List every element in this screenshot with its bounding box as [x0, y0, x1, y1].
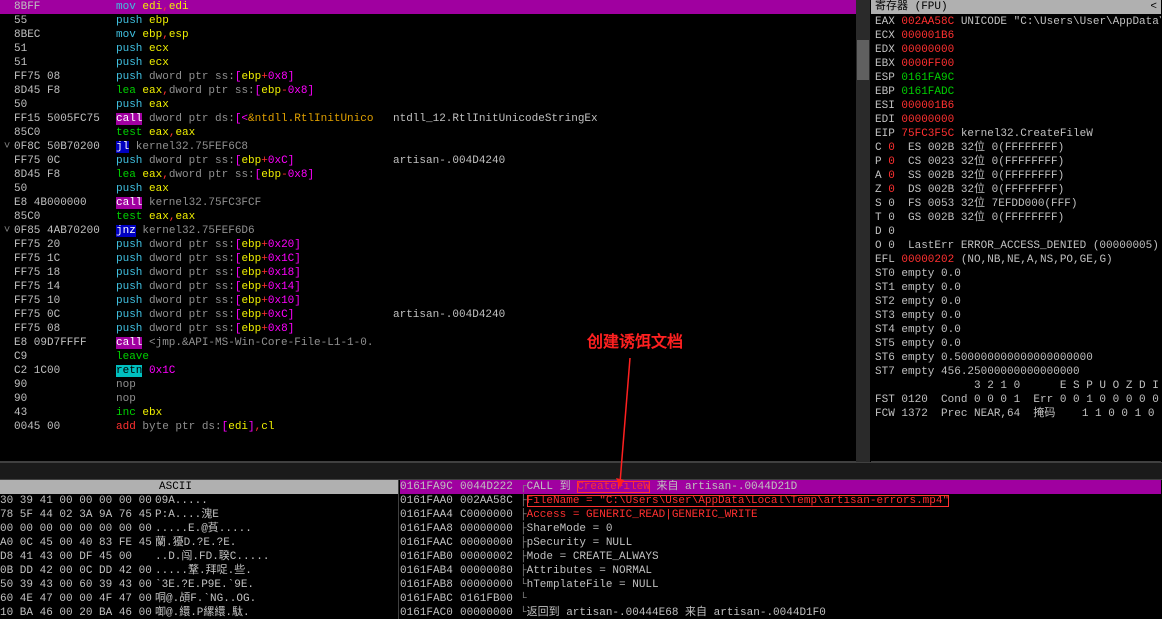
register-line[interactable]: ST5 empty 0.0 — [875, 337, 1157, 351]
disasm-row[interactable]: 90 nop — [0, 392, 869, 406]
disasm-row[interactable]: FF15 5005FC75 call dword ptr ds:[<&ntdll… — [0, 112, 869, 126]
register-line[interactable]: EBP 0161FADC — [875, 85, 1157, 99]
disasm-row[interactable]: 90 nop — [0, 378, 869, 392]
register-line[interactable]: O 0 LastErr ERROR_ACCESS_DENIED (0000000… — [875, 239, 1157, 253]
disasm-row[interactable]: 8D45 F8 lea eax,dword ptr ss:[ebp-0x8] — [0, 168, 869, 182]
disasm-row[interactable]: FF75 08 push dword ptr ss:[ebp+0x8] — [0, 322, 869, 336]
hexdump-row[interactable]: D8 41 43 00 DF 45 00..D.闯.FD.聧C..... — [0, 550, 398, 564]
disasm-row[interactable]: 51 push ecx — [0, 56, 869, 70]
disasm-row[interactable]: FF75 20 push dword ptr ss:[ebp+0x20] — [0, 238, 869, 252]
register-line[interactable]: EIP 75FC3F5C kernel32.CreateFileW — [875, 127, 1157, 141]
disasm-row[interactable]: FF75 0C push dword ptr ss:[ebp+0xC]artis… — [0, 154, 869, 168]
stack-row[interactable]: 0161FABC0161FB00└ — [400, 592, 1161, 606]
register-line[interactable]: A 0 SS 002B 32位 0(FFFFFFFF) — [875, 169, 1157, 183]
stack-row[interactable]: 0161FA9C0044D222┌CALL 到 CreateFileW 来自 a… — [400, 480, 1161, 494]
register-line[interactable]: EFL 00000202 (NO,NB,NE,A,NS,PO,GE,G) — [875, 253, 1157, 267]
register-line[interactable]: ST4 empty 0.0 — [875, 323, 1157, 337]
annotation-label: 创建诱饵文档 — [587, 336, 683, 350]
hexdump-row[interactable]: 10 BA 46 00 20 BA 46 00啣@.繯.P縲繯.駄. — [0, 606, 398, 619]
register-line[interactable]: P 0 CS 0023 32位 0(FFFFFFFF) — [875, 155, 1157, 169]
disasm-row[interactable]: 0045 00 add byte ptr ds:[edi],cl — [0, 420, 869, 434]
register-line[interactable]: ST3 empty 0.0 — [875, 309, 1157, 323]
hexdump-row[interactable]: 60 4E 47 00 00 4F 47 00哃@.頕F.`NG..OG. — [0, 592, 398, 606]
hexdump-row[interactable]: 30 39 41 00 00 00 00 0009A..... — [0, 494, 398, 508]
disasm-row[interactable]: FF75 1C push dword ptr ss:[ebp+0x1C] — [0, 252, 869, 266]
disasm-row[interactable]: 8BFF mov edi,edi — [0, 0, 869, 14]
hexdump-row[interactable]: 78 5F 44 02 3A 9A 76 45P:A....溾E — [0, 508, 398, 522]
disasm-row[interactable]: 55 push ebp — [0, 14, 869, 28]
disasm-scrollbar[interactable] — [856, 0, 870, 462]
disasm-row[interactable]: E8 09D7FFFF call <jmp.&API-MS-Win-Core-F… — [0, 336, 869, 350]
disasm-row[interactable]: 85C0 test eax,eax — [0, 126, 869, 140]
disasm-row[interactable]: FF75 10 push dword ptr ss:[ebp+0x10] — [0, 294, 869, 308]
disasm-row[interactable]: 85C0 test eax,eax — [0, 210, 869, 224]
disasm-row[interactable]: 8BEC mov ebp,esp — [0, 28, 869, 42]
register-line[interactable]: ST2 empty 0.0 — [875, 295, 1157, 309]
register-line[interactable]: EDI 00000000 — [875, 113, 1157, 127]
disasm-row[interactable]: FF75 14 push dword ptr ss:[ebp+0x14] — [0, 280, 869, 294]
stack-row[interactable]: 0161FAB800000000└hTemplateFile = NULL — [400, 578, 1161, 592]
hexdump-header: ASCII — [0, 480, 398, 494]
hexdump-row[interactable]: A0 0C 45 00 40 83 FE 45蘭.獶D.?E.?E. — [0, 536, 398, 550]
horizontal-splitter[interactable] — [0, 462, 1162, 480]
register-line[interactable]: EBX 0000FF00 — [875, 57, 1157, 71]
disasm-row[interactable]: 43 inc ebx — [0, 406, 869, 420]
registers-pane[interactable]: 寄存器 (FPU)< EAX 002AA58C UNICODE "C:\User… — [871, 0, 1161, 462]
hexdump-row[interactable]: 0B DD 42 00 0C DD 42 00.....鞪.拜哫.些. — [0, 564, 398, 578]
scrollbar-thumb[interactable] — [857, 40, 869, 80]
register-line[interactable]: Z 0 DS 002B 32位 0(FFFFFFFF) — [875, 183, 1157, 197]
hexdump-row[interactable]: 50 39 43 00 60 39 43 00`3E.?E.P9E.`9E. — [0, 578, 398, 592]
disasm-row[interactable]: FF75 0C push dword ptr ss:[ebp+0xC]artis… — [0, 308, 869, 322]
disasm-row[interactable]: ˅0F85 4AB70200 jnz kernel32.75FEF6D6 — [0, 224, 869, 238]
disassembly-pane[interactable]: 8BFF mov edi,edi55 push ebp8BEC mov ebp,… — [0, 0, 870, 462]
disasm-row[interactable]: E8 4B000000 call kernel32.75FC3FCF — [0, 196, 869, 210]
register-line[interactable]: ESI 000001B6 — [875, 99, 1157, 113]
disasm-row[interactable]: FF75 08 push dword ptr ss:[ebp+0x8] — [0, 70, 869, 84]
disasm-row[interactable]: 8D45 F8 lea eax,dword ptr ss:[ebp-0x8] — [0, 84, 869, 98]
stack-row[interactable]: 0161FAA0002AA58C├FileName = "C:\Users\Us… — [400, 494, 1161, 508]
disasm-row[interactable]: 50 push eax — [0, 182, 869, 196]
register-line[interactable]: 3 2 1 0 E S P U O Z D I — [875, 379, 1157, 393]
register-line[interactable]: C 0 ES 002B 32位 0(FFFFFFFF) — [875, 141, 1157, 155]
register-line[interactable]: FCW 1372 Prec NEAR,64 掩码 1 1 0 0 1 0 — [875, 407, 1157, 421]
hexdump-pane[interactable]: ASCII 30 39 41 00 00 00 00 0009A.....78 … — [0, 480, 399, 619]
stack-row[interactable]: 0161FAAC00000000├pSecurity = NULL — [400, 536, 1161, 550]
disasm-row[interactable]: ˅0F8C 50B70200 jl kernel32.75FEF6C8 — [0, 140, 869, 154]
stack-row[interactable]: 0161FAA4C0000000├Access = GENERIC_READ|G… — [400, 508, 1161, 522]
register-line[interactable]: ESP 0161FA9C — [875, 71, 1157, 85]
hexdump-row[interactable]: 00 00 00 00 00 00 00 00.....E.@萯..... — [0, 522, 398, 536]
stack-row[interactable]: 0161FAA800000000├ShareMode = 0 — [400, 522, 1161, 536]
register-line[interactable]: D 0 — [875, 225, 1157, 239]
register-line[interactable]: ECX 000001B6 — [875, 29, 1157, 43]
register-line[interactable]: ST6 empty 0.500000000000000000000 — [875, 351, 1157, 365]
register-line[interactable]: S 0 FS 0053 32位 7EFDD000(FFF) — [875, 197, 1157, 211]
disasm-row[interactable]: 51 push ecx — [0, 42, 869, 56]
stack-row[interactable]: 0161FAB000000002├Mode = CREATE_ALWAYS — [400, 550, 1161, 564]
disasm-row[interactable]: 50 push eax — [0, 98, 869, 112]
register-line[interactable]: ST7 empty 456.25000000000000000 — [875, 365, 1157, 379]
stack-pane[interactable]: 0161FA9C0044D222┌CALL 到 CreateFileW 来自 a… — [400, 480, 1161, 619]
register-line[interactable]: ST0 empty 0.0 — [875, 267, 1157, 281]
register-line[interactable]: ST1 empty 0.0 — [875, 281, 1157, 295]
register-line[interactable]: EAX 002AA58C UNICODE "C:\Users\User\AppD… — [875, 15, 1157, 29]
register-line[interactable]: FST 0120 Cond 0 0 0 1 Err 0 0 1 0 0 0 0 … — [875, 393, 1157, 407]
disasm-row[interactable]: C2 1C00 retn 0x1C — [0, 364, 869, 378]
register-line[interactable]: T 0 GS 002B 32位 0(FFFFFFFF) — [875, 211, 1157, 225]
disasm-row[interactable]: C9 leave — [0, 350, 869, 364]
stack-row[interactable]: 0161FAB400000080├Attributes = NORMAL — [400, 564, 1161, 578]
disasm-row[interactable]: FF75 18 push dword ptr ss:[ebp+0x18] — [0, 266, 869, 280]
register-line[interactable]: EDX 00000000 — [875, 43, 1157, 57]
registers-title: 寄存器 (FPU)< — [871, 0, 1161, 14]
stack-row[interactable]: 0161FAC000000000└返回到 artisan-.00444E68 来… — [400, 606, 1161, 619]
